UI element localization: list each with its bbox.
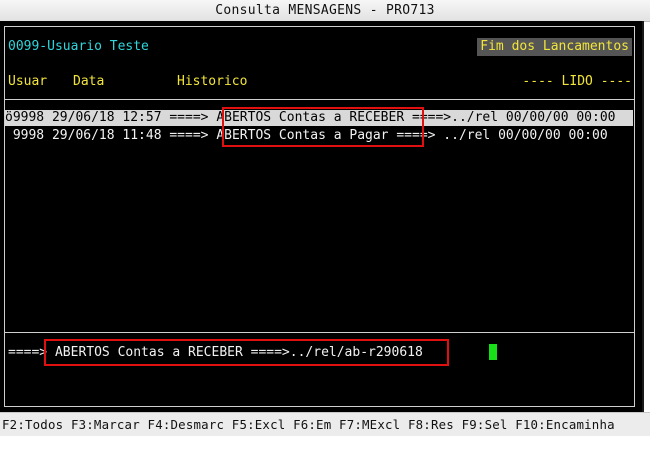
- window-bottom-border: [0, 436, 650, 451]
- current-user-label: 0099-Usuario Teste: [8, 39, 149, 54]
- window-title: Consulta MENSAGENS - PRO713: [215, 3, 435, 18]
- column-header-lido: ---- LIDO ----: [522, 74, 632, 89]
- column-header-usuar: Usuar: [8, 74, 48, 89]
- column-header-data: Data: [73, 74, 105, 89]
- header-divider: [4, 99, 635, 100]
- detail-divider: [4, 332, 635, 333]
- red-highlight-box-history: [222, 107, 424, 147]
- function-key-bar: F2:Todos F3:Marcar F4:Desmarc F5:Excl F6…: [0, 412, 650, 437]
- terminal-screen[interactable]: 0099-Usuario Teste Fim dos Lancamentos U…: [0, 21, 644, 413]
- red-highlight-box-detail: [44, 339, 449, 366]
- column-header-historico: Historico: [177, 74, 248, 89]
- text-cursor: [489, 344, 497, 360]
- window-titlebar: Consulta MENSAGENS - PRO713: [0, 0, 650, 22]
- status-badge: Fim dos Lancamentos: [477, 38, 632, 56]
- function-key-labels[interactable]: F2:Todos F3:Marcar F4:Desmarc F5:Excl F6…: [2, 417, 615, 432]
